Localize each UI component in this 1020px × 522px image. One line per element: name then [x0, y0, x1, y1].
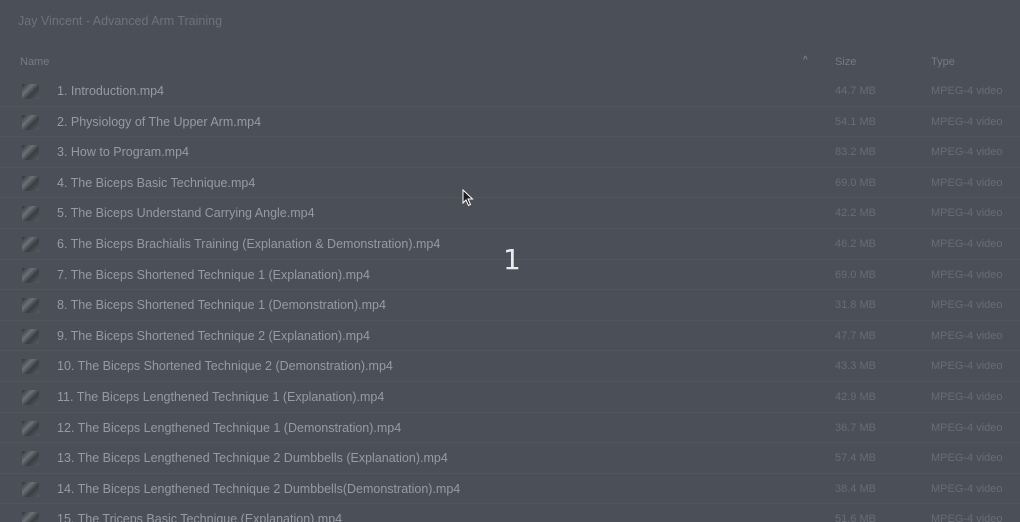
file-type: MPEG-4 video — [931, 207, 1003, 220]
file-row[interactable]: 10. The Biceps Shortened Technique 2 (De… — [0, 351, 1020, 382]
video-thumbnail-icon — [22, 328, 39, 344]
file-name: 6. The Biceps Brachialis Training (Expla… — [57, 236, 441, 251]
file-name: 8. The Biceps Shortened Technique 1 (Dem… — [57, 298, 386, 313]
file-row[interactable]: 11. The Biceps Lengthened Technique 1 (E… — [0, 382, 1020, 413]
file-name: 9. The Biceps Shortened Technique 2 (Exp… — [57, 328, 370, 343]
file-name: 14. The Biceps Lengthened Technique 2 Du… — [57, 481, 461, 496]
file-type: MPEG-4 video — [931, 452, 1003, 465]
video-thumbnail-icon — [22, 267, 39, 283]
file-name: 11. The Biceps Lengthened Technique 1 (E… — [57, 389, 385, 404]
file-name: 4. The Biceps Basic Technique.mp4 — [57, 175, 256, 190]
file-name: 13. The Biceps Lengthened Technique 2 Du… — [57, 451, 448, 466]
file-type: MPEG-4 video — [931, 513, 1003, 522]
video-thumbnail-icon — [22, 389, 39, 405]
video-thumbnail-icon — [22, 359, 39, 375]
file-row[interactable]: 15. The Triceps Basic Technique (Explana… — [0, 504, 1020, 522]
file-type: MPEG-4 video — [931, 85, 1003, 97]
video-thumbnail-icon — [22, 298, 39, 314]
file-name: 7. The Biceps Shortened Technique 1 (Exp… — [57, 267, 370, 282]
file-size: 44.7 MB — [835, 85, 876, 97]
file-name: 15. The Triceps Basic Technique (Explana… — [57, 512, 343, 522]
mouse-cursor-icon — [462, 189, 474, 207]
file-size: 57.4 MB — [835, 452, 876, 465]
window-title: Jay Vincent - Advanced Arm Training — [18, 14, 223, 28]
file-type: MPEG-4 video — [931, 176, 1003, 189]
file-name: 12. The Biceps Lengthened Technique 1 (D… — [57, 420, 402, 435]
column-header-type[interactable]: Type — [931, 56, 955, 68]
file-type: MPEG-4 video — [931, 115, 1003, 128]
video-thumbnail-icon — [22, 512, 39, 522]
file-size: 51.6 MB — [835, 513, 876, 522]
video-thumbnail-icon — [22, 420, 39, 436]
file-size: 69.0 MB — [835, 176, 876, 189]
video-thumbnail-icon — [22, 175, 39, 191]
file-name: 2. Physiology of The Upper Arm.mp4 — [57, 114, 262, 129]
file-type: MPEG-4 video — [931, 268, 1003, 281]
video-thumbnail-icon — [22, 206, 39, 222]
file-row[interactable]: 14. The Biceps Lengthened Technique 2 Du… — [0, 474, 1020, 505]
video-thumbnail-icon — [22, 145, 39, 161]
file-row[interactable]: 9. The Biceps Shortened Technique 2 (Exp… — [0, 321, 1020, 352]
file-type: MPEG-4 video — [931, 421, 1003, 434]
file-size: 83.2 MB — [835, 146, 876, 159]
sort-ascending-icon[interactable]: ^ — [803, 55, 808, 66]
file-type: MPEG-4 video — [931, 146, 1003, 159]
file-browser-window: Jay Vincent - Advanced Arm Training Name… — [0, 0, 1020, 522]
video-thumbnail-icon — [22, 451, 39, 467]
file-size: 69.0 MB — [835, 268, 876, 281]
file-row[interactable]: 8. The Biceps Shortened Technique 1 (Dem… — [0, 290, 1020, 321]
file-type: MPEG-4 video — [931, 390, 1003, 403]
file-row[interactable]: 4. The Biceps Basic Technique.mp4 69.0 MB… — [0, 168, 1020, 199]
file-type: MPEG-4 video — [931, 482, 1003, 495]
file-name: 3. How to Program.mp4 — [57, 145, 189, 160]
file-size: 46.2 MB — [835, 237, 876, 250]
file-row[interactable]: 5. The Biceps Understand Carrying Angle.… — [0, 198, 1020, 229]
column-header: Name ^ Size Type — [0, 53, 1020, 73]
file-size: 54.1 MB — [835, 115, 876, 128]
file-list: 1. Introduction.mp4 44.7 MB MPEG-4 video 2.… — [0, 76, 1020, 522]
file-row[interactable]: 13. The Biceps Lengthened Technique 2 Du… — [0, 443, 1020, 474]
column-header-name[interactable]: Name — [20, 56, 49, 68]
file-size: 31.8 MB — [835, 299, 876, 312]
overlay-number: 1 — [503, 243, 521, 276]
file-type: MPEG-4 video — [931, 299, 1003, 312]
file-row[interactable]: 2. Physiology of The Upper Arm.mp4 54.1 M… — [0, 107, 1020, 138]
file-name: 1. Introduction.mp4 — [57, 84, 165, 98]
column-header-size[interactable]: Size — [835, 56, 856, 68]
file-row[interactable]: 3. How to Program.mp4 83.2 MB MPEG-4 video — [0, 137, 1020, 168]
video-thumbnail-icon — [22, 236, 39, 252]
file-name: 5. The Biceps Understand Carrying Angle.… — [57, 206, 315, 221]
video-thumbnail-icon — [22, 481, 39, 497]
file-type: MPEG-4 video — [931, 329, 1003, 342]
file-size: 42.9 MB — [835, 390, 876, 403]
file-size: 47.7 MB — [835, 329, 876, 342]
file-row[interactable]: 12. The Biceps Lengthened Technique 1 (D… — [0, 413, 1020, 444]
file-size: 42.2 MB — [835, 207, 876, 220]
file-row[interactable]: 1. Introduction.mp4 44.7 MB MPEG-4 video — [0, 76, 1020, 107]
file-type: MPEG-4 video — [931, 237, 1003, 250]
file-size: 43.3 MB — [835, 360, 876, 373]
video-thumbnail-icon — [22, 114, 39, 130]
file-size: 36.7 MB — [835, 421, 876, 434]
file-name: 10. The Biceps Shortened Technique 2 (De… — [57, 359, 393, 374]
video-thumbnail-icon — [22, 84, 39, 99]
file-type: MPEG-4 video — [931, 360, 1003, 373]
file-size: 38.4 MB — [835, 482, 876, 495]
